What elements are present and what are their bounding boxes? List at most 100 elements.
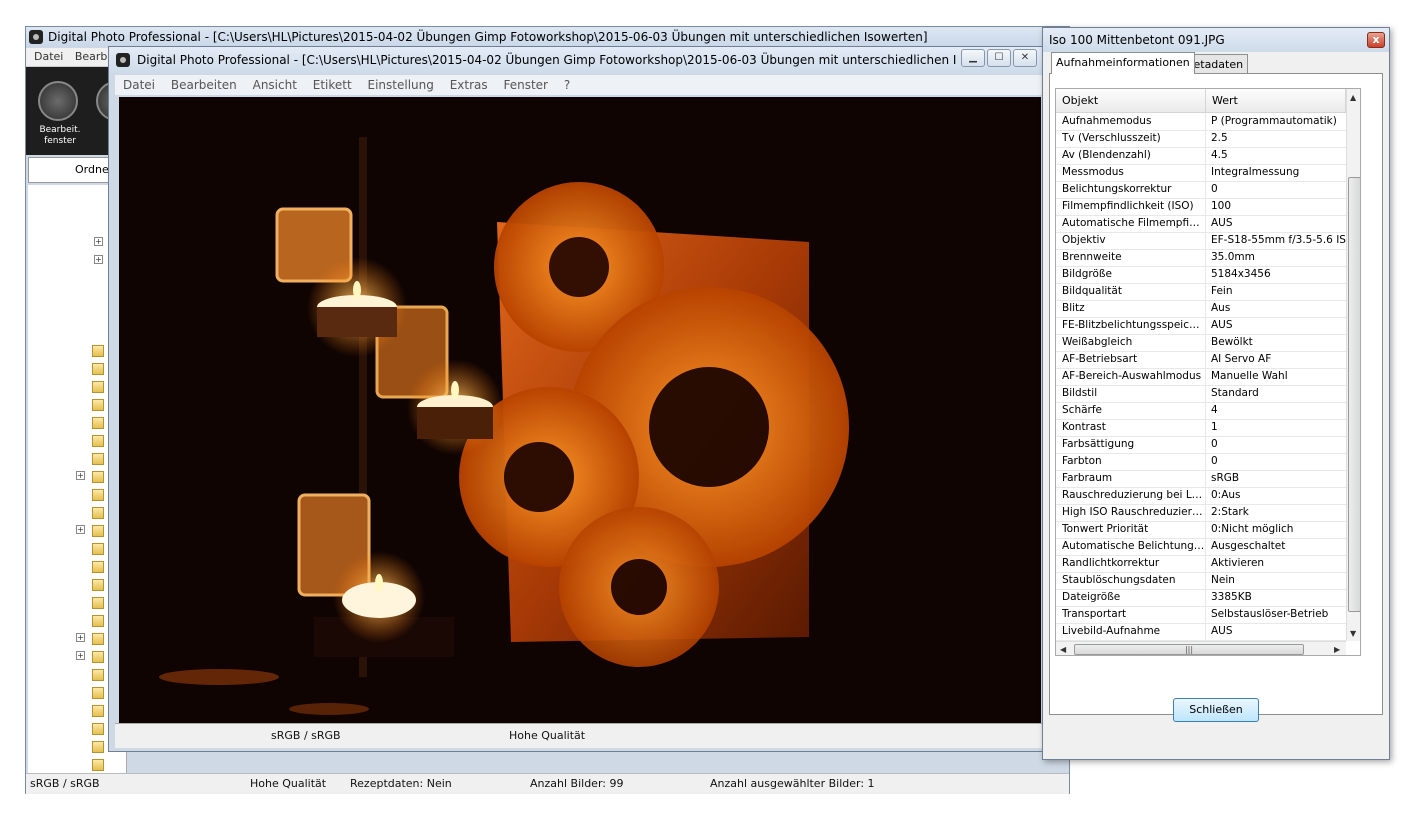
table-row[interactable]: Dateigröße 3385KB bbox=[1056, 589, 1346, 607]
viewer-status-color-space: sRGB / sRGB bbox=[271, 729, 341, 742]
menu-einstellung[interactable]: Einstellung bbox=[368, 78, 434, 92]
row-wert: Manuelle Wahl bbox=[1211, 370, 1288, 382]
main-window-titlebar[interactable]: Digital Photo Professional - [C:\Users\H… bbox=[26, 27, 1069, 47]
folder-icon[interactable] bbox=[92, 561, 104, 573]
shooting-info-grid[interactable]: Objekt Wert Aufnahmemodus P (Programmauto… bbox=[1055, 88, 1361, 656]
menu-fenster[interactable]: Fenster bbox=[503, 78, 548, 92]
scroll-right-icon[interactable]: ▶ bbox=[1334, 645, 1340, 654]
folder-icon[interactable] bbox=[92, 687, 104, 699]
table-row[interactable]: Belichtungskorrektur 0 bbox=[1056, 181, 1346, 199]
tab-aufnahmeinformationen[interactable]: Aufnahmeinformationen bbox=[1051, 52, 1195, 74]
minimize-icon[interactable]: ▁ bbox=[961, 49, 985, 67]
folder-icon[interactable] bbox=[92, 435, 104, 447]
folder-icon[interactable] bbox=[92, 651, 104, 663]
folder-icon[interactable] bbox=[92, 759, 104, 771]
table-row[interactable]: AF-Bereich-Auswahlmodus Manuelle Wahl bbox=[1056, 368, 1346, 386]
expand-icon[interactable]: + bbox=[76, 471, 85, 480]
table-row[interactable]: Transportart Selbstauslöser-Betrieb bbox=[1056, 606, 1346, 624]
table-row[interactable]: Bildstil Standard bbox=[1056, 385, 1346, 403]
table-row[interactable]: Farbton 0 bbox=[1056, 453, 1346, 471]
folder-icon[interactable] bbox=[92, 579, 104, 591]
table-row[interactable]: Tv (Verschlusszeit) 2.5 bbox=[1056, 130, 1346, 148]
image-viewer-window: Digital Photo Professional - [C:\Users\H… bbox=[108, 46, 1052, 752]
table-row[interactable]: Livebild-Aufnahme AUS bbox=[1056, 623, 1346, 641]
table-row[interactable]: Tonwert Priorität 0:Nicht möglich bbox=[1056, 521, 1346, 539]
table-row[interactable]: Weißabgleich Bewölkt bbox=[1056, 334, 1346, 352]
folder-icon[interactable] bbox=[92, 417, 104, 429]
close-icon[interactable]: ✕ bbox=[1013, 49, 1037, 67]
expand-icon[interactable]: + bbox=[76, 651, 85, 660]
table-row[interactable]: Staublöschungsdaten Nein bbox=[1056, 572, 1346, 590]
folder-icon[interactable] bbox=[92, 543, 104, 555]
maximize-icon[interactable]: ☐ bbox=[987, 49, 1011, 67]
menu-etikett[interactable]: Etikett bbox=[313, 78, 352, 92]
folder-icon[interactable] bbox=[92, 669, 104, 681]
folder-icon[interactable] bbox=[92, 453, 104, 465]
row-wert: Standard bbox=[1211, 387, 1259, 399]
scroll-up-icon[interactable]: ▲ bbox=[1350, 93, 1356, 102]
table-row[interactable]: Farbsättigung 0 bbox=[1056, 436, 1346, 454]
horizontal-scrollbar[interactable]: ◀ ||| ▶ bbox=[1056, 641, 1346, 655]
photo-preview[interactable] bbox=[119, 97, 1041, 723]
expand-icon[interactable]: + bbox=[94, 255, 103, 264]
dialog-titlebar[interactable]: Iso 100 Mittenbetont 091.JPG x bbox=[1043, 28, 1389, 52]
table-row[interactable]: Aufnahmemodus P (Programmautomatik) bbox=[1056, 113, 1346, 131]
table-row[interactable]: Rauschreduzierung bei Lan... 0:Aus bbox=[1056, 487, 1346, 505]
menu-bearbeiten[interactable]: Bearbeiten bbox=[171, 78, 237, 92]
folder-icon[interactable] bbox=[92, 705, 104, 717]
folder-icon[interactable] bbox=[92, 489, 104, 501]
close-icon[interactable]: x bbox=[1367, 32, 1385, 48]
camera-app-icon bbox=[29, 30, 43, 44]
column-header-wert[interactable]: Wert bbox=[1206, 89, 1346, 113]
table-row[interactable]: Automatische Filmempfindli... AUS bbox=[1056, 215, 1346, 233]
scrollbar-thumb[interactable] bbox=[1348, 177, 1360, 612]
table-row[interactable]: FE-Blitzbelichtungsspeicher... AUS bbox=[1056, 317, 1346, 335]
table-row[interactable]: Automatische Belichtungso... Ausgeschalte… bbox=[1056, 538, 1346, 556]
scroll-left-icon[interactable]: ◀ bbox=[1060, 645, 1066, 654]
table-row[interactable]: Bildqualität Fein bbox=[1056, 283, 1346, 301]
row-objekt: Staublöschungsdaten bbox=[1056, 572, 1206, 589]
folder-icon[interactable] bbox=[92, 741, 104, 753]
edit-window-icon[interactable] bbox=[38, 81, 78, 121]
table-row[interactable]: Randlichtkorrektur Aktivieren bbox=[1056, 555, 1346, 573]
close-button[interactable]: Schließen bbox=[1173, 698, 1259, 722]
folder-icon[interactable] bbox=[92, 633, 104, 645]
folder-icon[interactable] bbox=[92, 507, 104, 519]
menu-extras[interactable]: Extras bbox=[450, 78, 488, 92]
table-row[interactable]: Filmempfindlichkeit (ISO) 100 bbox=[1056, 198, 1346, 216]
folder-icon[interactable] bbox=[92, 525, 104, 537]
menu-help[interactable]: ? bbox=[564, 78, 570, 92]
folder-icon[interactable] bbox=[92, 363, 104, 375]
menu-datei[interactable]: Datei bbox=[123, 78, 155, 92]
expand-icon[interactable]: + bbox=[94, 237, 103, 246]
table-row[interactable]: Bildgröße 5184x3456 bbox=[1056, 266, 1346, 284]
table-row[interactable]: AF-Betriebsart AI Servo AF bbox=[1056, 351, 1346, 369]
table-row[interactable]: Objektiv EF-S18-55mm f/3.5-5.6 IS II bbox=[1056, 232, 1346, 250]
table-row[interactable]: Kontrast 1 bbox=[1056, 419, 1346, 437]
menu-datei[interactable]: Datei bbox=[34, 50, 63, 63]
vertical-scrollbar[interactable]: ▲ ▼ bbox=[1346, 89, 1360, 641]
folder-icon[interactable] bbox=[92, 723, 104, 735]
table-row[interactable]: High ISO Rauschreduzierung 2:Stark bbox=[1056, 504, 1346, 522]
menu-ansicht[interactable]: Ansicht bbox=[253, 78, 297, 92]
row-wert: 2:Stark bbox=[1211, 506, 1249, 518]
table-row[interactable]: Av (Blendenzahl) 4.5 bbox=[1056, 147, 1346, 165]
table-row[interactable]: Brennweite 35.0mm bbox=[1056, 249, 1346, 267]
table-row[interactable]: Blitz Aus bbox=[1056, 300, 1346, 318]
table-row[interactable]: Farbraum sRGB bbox=[1056, 470, 1346, 488]
viewer-titlebar[interactable]: Digital Photo Professional - [C:\Users\H… bbox=[109, 47, 1051, 73]
folder-icon[interactable] bbox=[92, 381, 104, 393]
scroll-down-icon[interactable]: ▼ bbox=[1350, 629, 1356, 638]
expand-icon[interactable]: + bbox=[76, 633, 85, 642]
folder-icon[interactable] bbox=[92, 597, 104, 609]
folder-icon[interactable] bbox=[92, 399, 104, 411]
folder-icon[interactable] bbox=[92, 471, 104, 483]
table-row[interactable]: Messmodus Integralmessung bbox=[1056, 164, 1346, 182]
scrollbar-thumb[interactable]: ||| bbox=[1074, 644, 1304, 655]
expand-icon[interactable]: + bbox=[76, 525, 85, 534]
folder-icon[interactable] bbox=[92, 615, 104, 627]
column-header-objekt[interactable]: Objekt bbox=[1056, 89, 1206, 113]
folder-icon[interactable] bbox=[92, 345, 104, 357]
viewer-status-quality: Hohe Qualität bbox=[509, 729, 586, 742]
table-row[interactable]: Schärfe 4 bbox=[1056, 402, 1346, 420]
